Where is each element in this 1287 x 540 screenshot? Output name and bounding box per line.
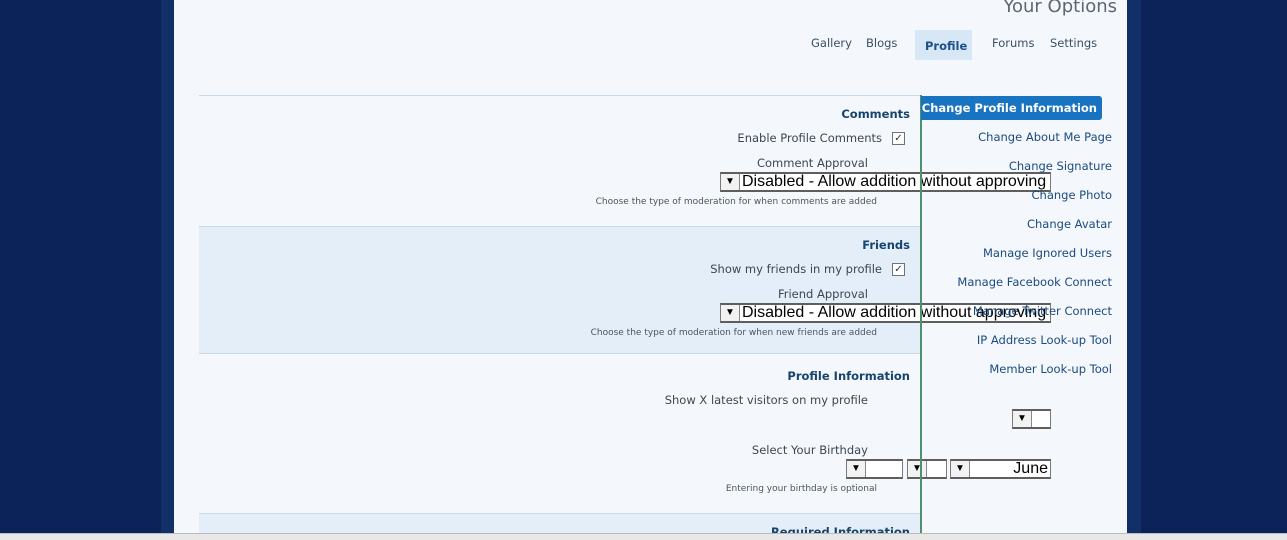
comment-approval-value: Disabled - Allow addition without approv… bbox=[742, 173, 1047, 190]
tab-blogs[interactable]: Blogs bbox=[856, 30, 907, 60]
sidebar-item-change-avatar[interactable]: Change Avatar bbox=[1027, 217, 1112, 231]
sidebar-item-manage-twitter-connect[interactable]: Manage Twitter Connect bbox=[973, 304, 1112, 318]
enable-comments-checkbox[interactable]: ✓ bbox=[892, 132, 905, 145]
dropdown-arrow-icon: ▼ bbox=[1013, 411, 1032, 427]
sidebar-divider bbox=[920, 95, 922, 539]
show-friends-checkbox[interactable]: ✓ bbox=[892, 263, 905, 276]
options-page: Your Options Gallery Blogs Profile Forum… bbox=[174, 0, 1127, 539]
birthday-month-select[interactable]: ▼ June bbox=[950, 459, 1051, 479]
dropdown-arrow-icon: ▼ bbox=[721, 174, 740, 190]
comments-section: Comments Enable Profile Comments ✓ Comme… bbox=[199, 96, 1051, 227]
tab-profile[interactable]: Profile bbox=[915, 30, 972, 60]
dropdown-arrow-icon: ▼ bbox=[847, 461, 866, 477]
birthday-year-select[interactable]: ▼1993 bbox=[846, 459, 903, 479]
friends-section: Friends Show my friends in my profile ✓ … bbox=[199, 227, 1051, 354]
sidebar-item-change-photo[interactable]: Change Photo bbox=[1032, 188, 1113, 202]
friend-approval-label: Friend Approval bbox=[777, 287, 868, 301]
page-title: Your Options bbox=[1003, 0, 1117, 17]
dropdown-arrow-icon: ▼ bbox=[721, 305, 740, 321]
birthday-day-value: 23 bbox=[908, 476, 926, 478]
dropdown-arrow-icon: ▼ bbox=[951, 461, 970, 477]
latest-visitors-value: 10 bbox=[1013, 426, 1031, 428]
profile-information-section: Profile Information Show X latest visito… bbox=[199, 358, 1051, 514]
birthday-year-value: 1993 bbox=[847, 476, 883, 478]
comment-approval-select[interactable]: ▼ Disabled - Allow addition without appro… bbox=[720, 172, 1051, 192]
sidebar-item-member-lookup[interactable]: Member Look-up Tool bbox=[989, 362, 1112, 376]
sidebar-item-ip-address-lookup[interactable]: IP Address Look-up Tool bbox=[977, 333, 1112, 347]
show-friends-label: Show my friends in my profile bbox=[710, 262, 882, 276]
birthday-day-select[interactable]: ▼23 bbox=[907, 459, 947, 479]
sidebar-item-manage-ignored-users[interactable]: Manage Ignored Users bbox=[983, 246, 1112, 260]
sidebar-item-change-about-me[interactable]: Change About Me Page bbox=[978, 130, 1112, 144]
birthday-hint: Entering your birthday is optional bbox=[725, 484, 877, 494]
comments-heading: Comments bbox=[841, 107, 910, 121]
birthday-label: Select Your Birthday bbox=[751, 443, 868, 457]
sidebar-item-change-profile-information[interactable]: Change Profile Information bbox=[921, 96, 1102, 120]
sidebar-item-change-signature[interactable]: Change Signature bbox=[1009, 159, 1112, 173]
tab-gallery[interactable]: Gallery bbox=[801, 30, 862, 60]
sidebar-item-manage-facebook-connect[interactable]: Manage Facebook Connect bbox=[957, 275, 1112, 289]
profile-information-heading: Profile Information bbox=[787, 369, 910, 383]
tab-forums[interactable]: Forums bbox=[982, 30, 1044, 60]
dropdown-arrow-icon: ▼ bbox=[908, 461, 927, 477]
tab-settings[interactable]: Settings bbox=[1040, 30, 1107, 60]
latest-visitors-select[interactable]: ▼10 bbox=[1012, 409, 1051, 429]
options-form: Comments Enable Profile Comments ✓ Comme… bbox=[199, 95, 1051, 539]
birthday-month-value: June bbox=[1013, 460, 1048, 477]
comment-approval-label: Comment Approval bbox=[756, 156, 868, 170]
enable-comments-label: Enable Profile Comments bbox=[737, 131, 882, 145]
tab-bar: Gallery Blogs Profile Forums Settings bbox=[174, 30, 1127, 62]
latest-visitors-label: Show X latest visitors on my profile bbox=[664, 393, 868, 407]
comment-approval-hint: Choose the type of moderation for when c… bbox=[595, 197, 877, 207]
friends-heading: Friends bbox=[862, 238, 910, 252]
friend-approval-hint: Choose the type of moderation for when n… bbox=[590, 328, 877, 338]
